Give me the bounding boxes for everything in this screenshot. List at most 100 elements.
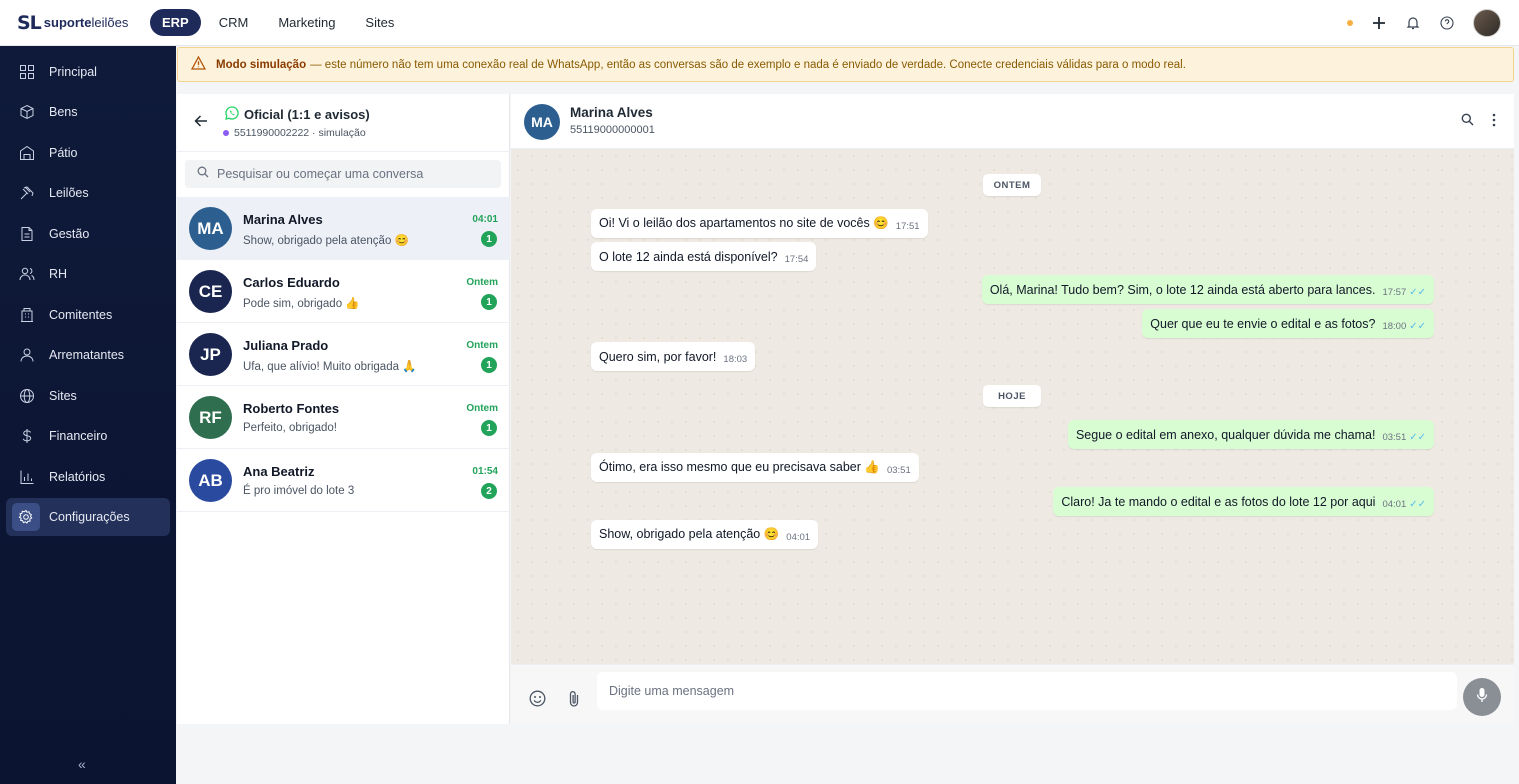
sidebar-item-label: Financeiro	[49, 429, 108, 443]
user-avatar[interactable]	[1473, 9, 1501, 37]
microphone-icon	[1476, 687, 1488, 708]
warning-icon	[190, 55, 207, 73]
sidebar-item-financeiro[interactable]: Financeiro	[6, 417, 170, 455]
sidebar-item-label: Relatórios	[49, 470, 106, 484]
message-incoming: Ótimo, era isso mesmo que eu precisava s…	[591, 453, 919, 482]
sidebar-item-configuracoes[interactable]: Configurações	[6, 498, 170, 536]
sidebar-item-bens[interactable]: Bens	[6, 93, 170, 131]
conversation-item[interactable]: JP Juliana Prado Ufa, que alívio! Muito …	[177, 323, 510, 386]
avatar: JP	[189, 333, 232, 376]
chat-panel: MA Marina Alves 55119000000001 ONTEM Oi!…	[511, 94, 1514, 724]
chat-contact-name[interactable]: Marina Alves	[570, 105, 653, 120]
message-time: 04:01	[1382, 499, 1407, 510]
search-input[interactable]	[217, 167, 487, 181]
sidebar-item-label: RH	[49, 267, 68, 281]
box-icon	[18, 103, 36, 121]
users-icon	[18, 265, 36, 283]
plus-icon[interactable]	[1371, 15, 1387, 31]
double-check-icon: ✓✓	[1409, 287, 1426, 298]
message-incoming: Show, obrigado pela atenção 😊 04:01	[591, 520, 819, 549]
chat-contact-phone: 55119000000001	[570, 124, 655, 136]
emoji-icon[interactable]	[529, 690, 546, 712]
conversation-item[interactable]: CE Carlos Eduardo Pode sim, obrigado 👍 O…	[177, 260, 510, 323]
unread-badge: 1	[481, 231, 497, 247]
message-text: Quer que eu te envie o edital e as fotos…	[1150, 316, 1376, 331]
message-time: 17:54	[784, 254, 809, 265]
nav-erp[interactable]: ERP	[150, 9, 201, 36]
message-time: Ontem	[466, 403, 498, 414]
message-outgoing: Olá, Marina! Tudo bem? Sim, o lote 12 ai…	[981, 275, 1434, 304]
nav-marketing[interactable]: Marketing	[266, 9, 347, 36]
logo[interactable]: SL suporteleilões	[0, 12, 150, 34]
globe-icon	[18, 387, 36, 405]
sidebar-item-gestao[interactable]: Gestão	[6, 215, 170, 253]
user-icon	[18, 346, 36, 364]
last-message: Show, obrigado pela atenção 😊	[243, 235, 409, 247]
message-area[interactable]: ONTEM Oi! Vi o leilão dos apartamentos n…	[511, 149, 1514, 664]
sidebar-item-relatorios[interactable]: Relatórios	[6, 458, 170, 496]
warehouse-icon	[18, 144, 36, 162]
gear-icon	[12, 503, 40, 531]
banner-text: — este número não tem uma conexão real d…	[310, 58, 1186, 71]
double-check-icon: ✓✓	[1409, 432, 1426, 443]
sidebar-item-label: Comitentes	[49, 308, 113, 322]
conversation-search	[185, 160, 501, 188]
message-outgoing: Segue o edital em anexo, qualquer dúvida…	[1067, 420, 1434, 449]
nav-sites[interactable]: Sites	[353, 9, 406, 36]
sidebar-item-sites[interactable]: Sites	[6, 377, 170, 415]
paperclip-icon[interactable]	[568, 690, 580, 712]
message-outgoing: Claro! Ja te mando o edital e as fotos d…	[1053, 487, 1434, 516]
top-nav: ERP CRM Marketing Sites	[150, 9, 406, 36]
logo-mark: SL	[17, 11, 42, 34]
sidebar-item-label: Leilões	[49, 186, 89, 200]
help-icon[interactable]	[1439, 15, 1455, 31]
message-time: 04:01	[472, 214, 498, 225]
message-time: 17:51	[895, 221, 920, 232]
top-bar: SL suporteleilões ERP CRM Marketing Site…	[0, 0, 1519, 46]
message-time: Ontem	[466, 340, 498, 351]
day-separator: HOJE	[983, 385, 1041, 407]
simulation-banner: Modo simulação — este número não tem uma…	[177, 47, 1514, 82]
double-check-icon: ✓✓	[1409, 499, 1426, 510]
sidebar-item-leiloes[interactable]: Leilões	[6, 174, 170, 212]
avatar[interactable]: MA	[524, 104, 560, 140]
message-text: Claro! Ja te mando o edital e as fotos d…	[1061, 494, 1376, 509]
message-time: 18:03	[723, 354, 748, 365]
conversation-panel: Oficial (1:1 e avisos) 5511990002222 · s…	[177, 94, 510, 724]
building-icon	[18, 306, 36, 324]
search-icon	[197, 165, 209, 183]
sidebar-item-arrematantes[interactable]: Arrematantes	[6, 336, 170, 374]
whatsapp-icon	[225, 106, 239, 123]
back-arrow-icon[interactable]	[194, 114, 208, 133]
send-mic-button[interactable]	[1463, 678, 1501, 716]
message-text: Oi! Vi o leilão dos apartamentos no site…	[599, 216, 889, 230]
bell-icon[interactable]	[1405, 15, 1421, 31]
sidebar-item-comitentes[interactable]: Comitentes	[6, 296, 170, 334]
double-check-icon: ✓✓	[1409, 321, 1426, 332]
message-text: Olá, Marina! Tudo bem? Sim, o lote 12 ai…	[989, 282, 1376, 297]
contact-name: Juliana Prado	[243, 338, 329, 353]
sidebar-item-label: Gestão	[49, 227, 90, 241]
message-time: 03:51	[886, 465, 911, 476]
search-icon[interactable]	[1461, 113, 1474, 132]
conversation-item[interactable]: AB Ana Beatriz É pro imóvel do lote 3 01…	[177, 449, 510, 512]
collapse-sidebar-button[interactable]: «	[78, 756, 86, 772]
message-time: 01:54	[472, 466, 498, 477]
message-text: O lote 12 ainda está disponível?	[599, 249, 778, 264]
chat-header: MA Marina Alves 55119000000001	[511, 94, 1514, 149]
conversation-item[interactable]: MA Marina Alves Show, obrigado pela aten…	[177, 197, 510, 260]
conversation-list: MA Marina Alves Show, obrigado pela aten…	[177, 197, 510, 512]
message-input[interactable]	[597, 672, 1457, 710]
message-text: Quero sim, por favor!	[599, 349, 717, 364]
nav-crm[interactable]: CRM	[207, 9, 261, 36]
more-options-icon[interactable]	[1492, 113, 1496, 132]
sidebar-item-rh[interactable]: RH	[6, 255, 170, 293]
message-outgoing: Quer que eu te envie o edital e as fotos…	[1142, 309, 1434, 338]
message-time: 04:01	[786, 532, 811, 543]
conversation-item[interactable]: RF Roberto Fontes Perfeito, obrigado! On…	[177, 386, 510, 449]
message-composer	[511, 664, 1514, 724]
sidebar-item-principal[interactable]: Principal	[6, 53, 170, 91]
sidebar-item-patio[interactable]: Pátio	[6, 134, 170, 172]
message-incoming: O lote 12 ainda está disponível? 17:54	[591, 242, 817, 271]
channel-subtitle: 5511990002222 · simulação	[223, 127, 366, 139]
